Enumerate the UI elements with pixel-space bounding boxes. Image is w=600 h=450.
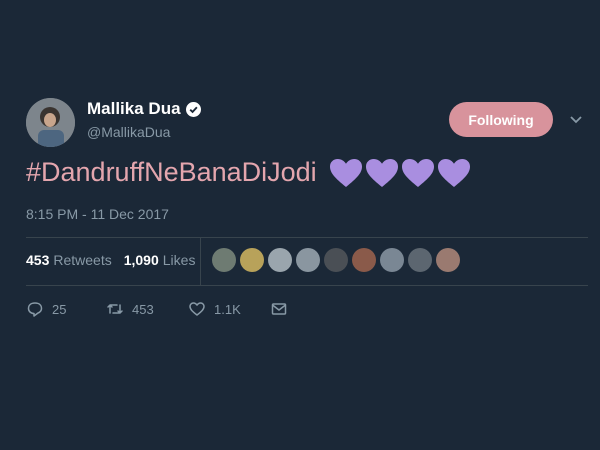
purple-heart-emoji: [401, 158, 434, 187]
hashtag-link[interactable]: #DandruffNeBanaDiJodi: [26, 157, 317, 188]
like-action[interactable]: 1.1K: [188, 300, 270, 318]
heart-outline-icon: [189, 302, 205, 316]
divider-bottom: [26, 285, 588, 286]
purple-heart-emoji: [329, 158, 362, 187]
chevron-down-icon[interactable]: [569, 113, 583, 127]
liker-avatar[interactable]: [352, 248, 376, 272]
liker-avatar[interactable]: [240, 248, 264, 272]
following-button[interactable]: Following: [449, 102, 553, 137]
stats-separator: [200, 237, 201, 285]
engagement-stats: 453 Retweets 1,090 Likes: [26, 252, 195, 268]
author-handle[interactable]: @MallikaDua: [87, 124, 170, 140]
tweet-text: #DandruffNeBanaDiJodi: [26, 157, 471, 188]
tweet-timestamp[interactable]: 8:15 PM - 11 Dec 2017: [26, 206, 169, 222]
liker-avatar[interactable]: [408, 248, 432, 272]
liker-avatar[interactable]: [436, 248, 460, 272]
reply-icon: [27, 302, 43, 317]
purple-heart-emoji: [437, 158, 470, 187]
reply-count: 25: [52, 301, 67, 317]
retweet-action[interactable]: 453: [106, 300, 188, 318]
author-name-row[interactable]: Mallika Dua: [87, 99, 201, 119]
liker-avatar[interactable]: [268, 248, 292, 272]
retweet-count: 453: [132, 301, 154, 317]
divider-top: [26, 237, 588, 238]
message-action[interactable]: [270, 300, 288, 318]
like-count: 1.1K: [214, 301, 241, 317]
avatar-image: [26, 98, 75, 147]
verified-badge-icon: [185, 101, 201, 117]
likes-stat[interactable]: 1,090 Likes: [124, 252, 196, 268]
liker-avatar[interactable]: [380, 248, 404, 272]
liker-avatar[interactable]: [212, 248, 236, 272]
retweet-icon: [107, 304, 123, 314]
purple-heart-emojis: [329, 158, 471, 188]
liker-avatars: [212, 248, 460, 272]
tweet-actions: 25 453 1.1K: [26, 300, 288, 318]
liker-avatar[interactable]: [296, 248, 320, 272]
retweets-stat[interactable]: 453 Retweets: [26, 252, 112, 268]
author-name[interactable]: Mallika Dua: [87, 99, 181, 119]
author-avatar[interactable]: [26, 98, 75, 147]
reply-action[interactable]: 25: [26, 300, 106, 318]
envelope-icon: [271, 303, 287, 315]
purple-heart-emoji: [365, 158, 398, 187]
liker-avatar[interactable]: [324, 248, 348, 272]
